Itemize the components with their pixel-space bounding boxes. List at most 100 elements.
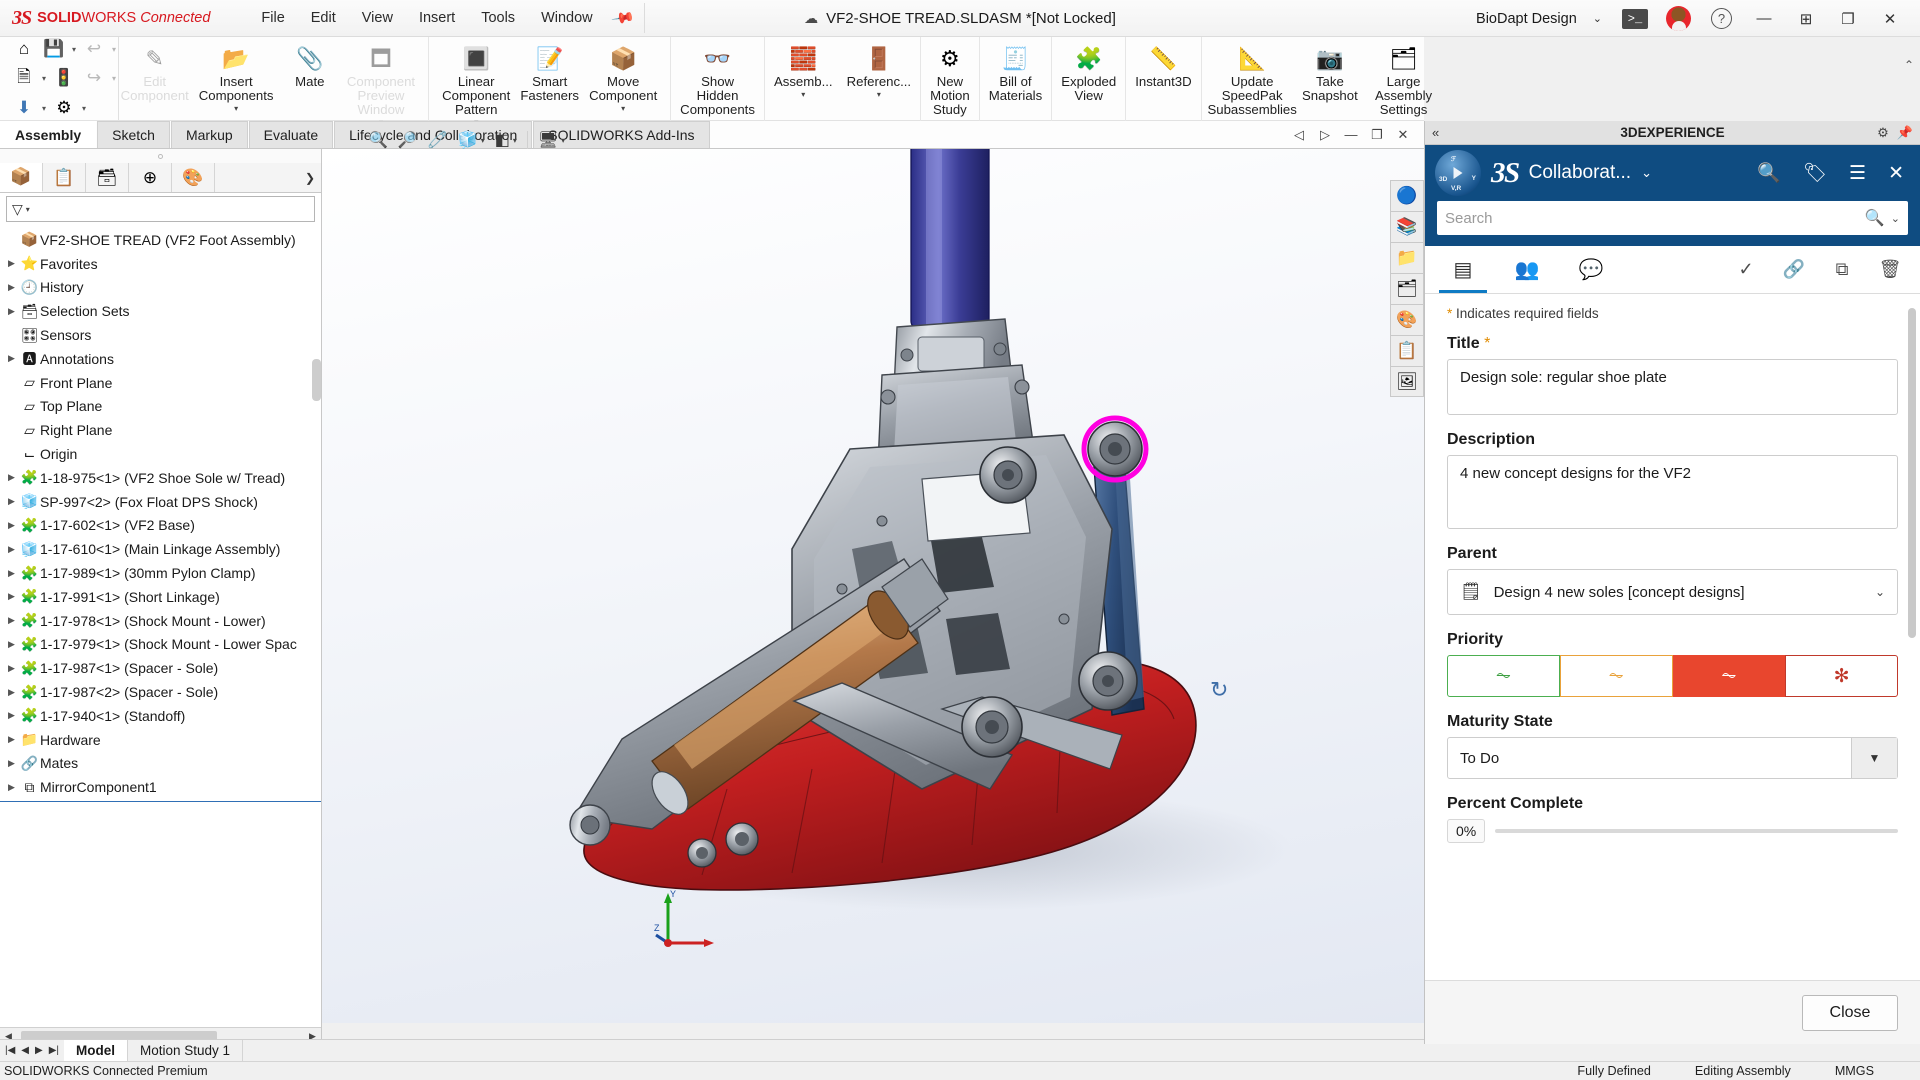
restore-button[interactable]: ⊞ [1786,0,1826,37]
tab-assembly[interactable]: Assembly [0,121,97,148]
expand-arrow-icon[interactable]: ▶ [4,710,19,721]
tree-item[interactable]: ▶ 🧩 1-17-991<1> (Short Linkage) [0,585,321,609]
zoom-to-area-icon[interactable]: 🔎 [398,130,418,150]
expand-arrow-icon[interactable]: ▶ [4,258,19,269]
search-bar[interactable]: 🔍 ⌄ [1437,201,1908,235]
close-doc-icon[interactable]: ✕ [1392,124,1414,145]
tree-item[interactable]: 📦 VF2-SHOE TREAD (VF2 Foot Assembly) [0,228,321,252]
save-dropdown-icon[interactable]: ▾ [70,45,78,54]
view-orientation-dropdown-icon[interactable]: ▾ [481,136,485,145]
reference-geometry-dropdown-icon[interactable]: ▾ [877,90,881,99]
tree-item[interactable]: ▶ 🗃 Selection Sets [0,299,321,323]
assembly-features-button[interactable]: 🧱 Assemb... ▾ [767,41,840,99]
tab-conversation[interactable]: 💬 [1559,247,1623,293]
tree-item[interactable]: ▶ ⧉ MirrorComponent1 [0,775,321,799]
action-approve[interactable]: ✓ [1722,247,1770,293]
smart-fasteners-button[interactable]: 📝 Smart Fasteners [520,41,579,103]
expand-arrow-icon[interactable]: ▶ [4,782,19,793]
view-setting-globe-icon[interactable]: 🔵 [1390,180,1424,211]
terminal-icon[interactable]: >_ [1622,8,1648,29]
tree-item[interactable]: ▶ 🅰 Annotations [0,347,321,371]
feature-tree[interactable]: 📦 VF2-SHOE TREAD (VF2 Foot Assembly) ▶ ⭐ Fav… [0,225,321,1027]
minimize-button[interactable]: — [1744,0,1784,37]
gear-dropdown-icon[interactable]: ▾ [80,104,88,113]
options-arrow-icon[interactable]: ⬇ [10,95,38,121]
reference-geometry-button[interactable]: 🚪 Referenc... ▾ [840,41,919,99]
arrow-dropdown-icon[interactable]: ▾ [40,104,48,113]
tab-markup[interactable]: Markup [170,121,248,148]
expand-arrow-icon[interactable]: ▶ [4,639,19,650]
app-chevron-down-icon[interactable]: ⌄ [1641,165,1652,181]
expand-arrow-icon[interactable]: ▶ [4,758,19,769]
expand-arrow-icon[interactable]: ▶ [4,353,19,364]
tree-item[interactable]: ▶ 🕘 History [0,276,321,300]
insert-components-dropdown-icon[interactable]: ▾ [234,104,238,113]
filter-dropdown-icon[interactable]: ▾ [26,205,30,214]
section-view-icon[interactable]: 🧷 [428,130,448,150]
pin-icon[interactable]: 📌 [1897,125,1913,141]
graphics-viewport[interactable]: ↻ Y Z [322,149,1424,1023]
tree-item[interactable]: ▶ 🧩 1-17-940<1> (Standoff) [0,704,321,728]
parent-selector[interactable]: 🗒 Design 4 new soles [concept designs] ⌄ [1447,569,1898,615]
dropdown-arrow-icon[interactable]: ▼ [1851,738,1897,778]
tab-nav-next[interactable]: ▶ [32,1045,46,1056]
user-avatar[interactable] [1666,6,1691,31]
dimxpert-icon[interactable]: ⊕ [129,163,172,192]
chevron-down-icon[interactable]: ⌄ [1583,12,1612,25]
undo-icon[interactable]: ↩ [80,36,108,62]
close-button[interactable]: ✕ [1870,0,1910,37]
options-gear-icon[interactable]: ⚙ [50,95,78,121]
priority-medium[interactable]: ⏦ [1559,655,1673,697]
maximize-button[interactable]: ❐ [1828,0,1868,37]
appearances-icon[interactable]: 🎨 [1390,304,1424,335]
panel-resize-handle[interactable] [0,149,321,163]
close-button[interactable]: Close [1802,994,1898,1031]
tree-item[interactable]: ▱ Top Plane [0,395,321,419]
assembly-features-dropdown-icon[interactable]: ▾ [801,90,805,99]
folder-icon[interactable]: 📁 [1390,242,1424,273]
tree-item[interactable]: ▶ 🧊 1-17-610<1> (Main Linkage Assembly) [0,537,321,561]
tab-sketch[interactable]: Sketch [97,121,170,148]
collapse-ribbon-icon[interactable]: ⌃ [1904,58,1914,72]
expand-arrow-icon[interactable]: ▶ [4,472,19,483]
tree-item[interactable]: ▶ 🧩 1-17-978<1> (Shock Mount - Lower) [0,609,321,633]
undo-dropdown-icon[interactable]: ▾ [110,45,118,54]
insert-components-button[interactable]: 📂 Insert Components ▾ [188,41,283,113]
tree-item[interactable]: ▶ 🧩 1-17-979<1> (Shock Mount - Lower Spac [0,633,321,657]
update-speedpak-button[interactable]: 📐 Update SpeedPak Subassemblies [1204,41,1301,117]
bottom-tab-motion-study-1[interactable]: Motion Study 1 [128,1040,244,1061]
configuration-manager-icon[interactable]: 🗃 [86,163,129,192]
title-input[interactable]: Design sole: regular shoe plate [1447,359,1898,415]
display-style-dropdown-icon[interactable]: ▾ [513,136,517,145]
3d-compass-icon[interactable]: 3D Y ℱ V,R [1435,150,1481,196]
menu-tools[interactable]: Tools [468,6,528,30]
apply-scene-icon[interactable]: 🖥 [538,130,558,150]
new-motion-study-button[interactable]: ⚙ New Motion Study [923,41,977,117]
tree-item[interactable]: ▱ Front Plane [0,371,321,395]
show-hidden-components-button[interactable]: 👓 Show Hidden Components [673,41,762,117]
tab-nav-prev[interactable]: ◀ [18,1045,32,1056]
tree-item[interactable]: ▶ 🧩 1-18-975<1> (VF2 Shoe Sole w/ Tread) [0,466,321,490]
minimize-doc-icon[interactable]: — [1340,124,1362,145]
maturity-state-select[interactable]: To Do ▼ [1447,737,1898,779]
next-doc-icon[interactable]: ▷ [1314,124,1336,145]
assembly-3d-model[interactable] [322,149,1424,966]
expand-arrow-icon[interactable]: ▶ [4,687,19,698]
render-icon[interactable]: 🖼 [1390,366,1424,397]
linear-component-pattern-button[interactable]: 🔳 Linear Component Pattern ▾ [431,41,521,127]
close-icon[interactable]: ✕ [1882,162,1910,185]
move-component-button[interactable]: 📦 Move Component ▾ [578,41,668,113]
expand-arrow-icon[interactable]: ▶ [4,568,19,579]
expand-arrow-icon[interactable]: ▶ [4,734,19,745]
tree-item[interactable]: ▶ ⭐ Favorites [0,252,321,276]
tab-members[interactable]: 👥 [1495,247,1559,293]
restore-doc-icon[interactable]: ❐ [1366,124,1388,145]
tree-item[interactable]: 🎛 Sensors [0,323,321,347]
tree-item[interactable]: ▶ 🧊 SP-997<2> (Fox Float DPS Shock) [0,490,321,514]
menu-file[interactable]: File [248,6,297,30]
menu-insert[interactable]: Insert [406,6,468,30]
tree-item[interactable]: ▶ 🧩 1-17-602<1> (VF2 Base) [0,514,321,538]
design-tree-icon[interactable]: 📦 [0,163,43,192]
large-assembly-settings-button[interactable]: 🗂 Large Assembly Settings [1359,41,1448,117]
expand-arrow-icon[interactable]: ▶ [4,306,19,317]
